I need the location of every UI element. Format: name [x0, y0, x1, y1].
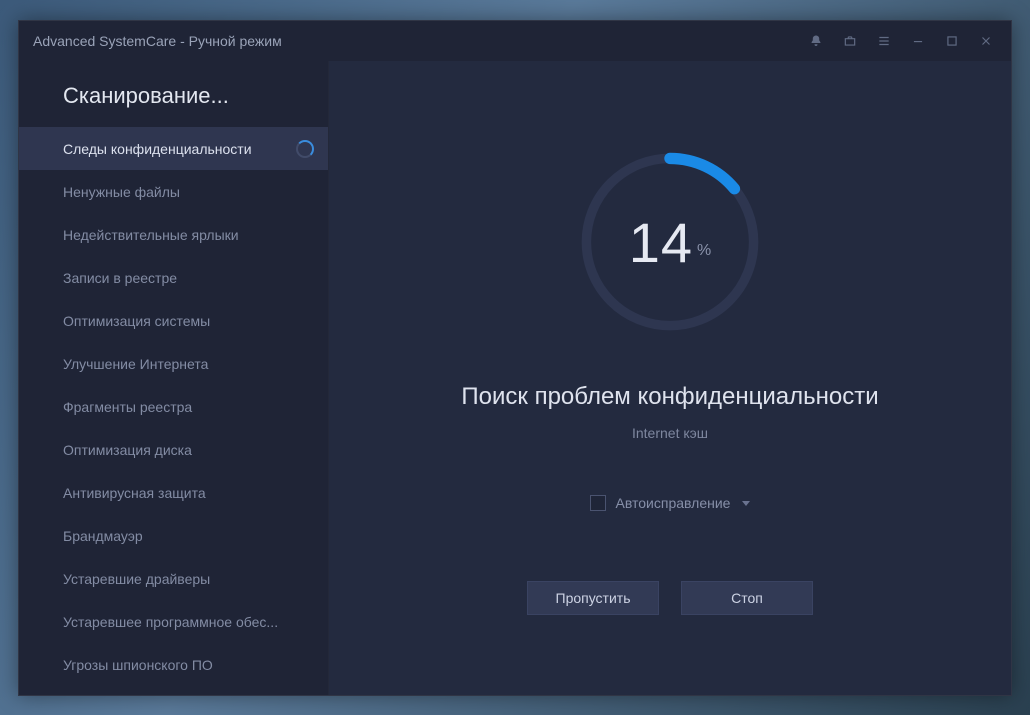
sidebar-item-label: Оптимизация диска [63, 442, 314, 458]
sidebar-item[interactable]: Угрозы шпионского ПО [19, 643, 328, 686]
sidebar-item[interactable]: Фрагменты реестра [19, 385, 328, 428]
sidebar-item[interactable]: Устаревшие драйверы [19, 557, 328, 600]
spinner-icon [296, 140, 314, 158]
sidebar-item[interactable]: Записи в реестре [19, 256, 328, 299]
sidebar-item[interactable]: Антивирусная защита [19, 471, 328, 514]
sidebar-item[interactable]: Брандмауэр [19, 514, 328, 557]
progress-value: 14 [629, 210, 693, 275]
autofix-checkbox[interactable] [590, 495, 606, 511]
sidebar-item[interactable]: Недействительные ярлыки [19, 213, 328, 256]
window-title: Advanced SystemCare - Ручной режим [33, 33, 282, 49]
sidebar-item-label: Недействительные ярлыки [63, 227, 314, 243]
sidebar-item-label: Брандмауэр [63, 528, 314, 544]
status-title: Поиск проблем конфиденциальности [461, 383, 878, 411]
sidebar-title: Сканирование... [19, 61, 328, 127]
sidebar-item-label: Устаревшее программное обес... [63, 614, 314, 630]
sidebar-item[interactable]: Оптимизация системы [19, 299, 328, 342]
window-body: Сканирование... Следы конфиденциальности… [19, 61, 1011, 695]
chevron-down-icon[interactable] [742, 501, 750, 506]
skip-button[interactable]: Пропустить [527, 581, 659, 615]
sidebar: Сканирование... Следы конфиденциальности… [19, 61, 329, 695]
sidebar-item[interactable]: Недостатки системы [19, 686, 328, 691]
sidebar-item-label: Записи в реестре [63, 270, 314, 286]
toolbox-icon[interactable] [833, 21, 867, 61]
close-icon[interactable] [969, 21, 1003, 61]
progress-label: 14 % [575, 147, 765, 337]
sidebar-item-label: Угрозы шпионского ПО [63, 657, 314, 673]
progress-percent-symbol: % [697, 242, 711, 260]
menu-icon[interactable] [867, 21, 901, 61]
stop-button[interactable]: Стоп [681, 581, 813, 615]
sidebar-item-label: Следы конфиденциальности [63, 141, 288, 157]
sidebar-item[interactable]: Устаревшее программное обес... [19, 600, 328, 643]
bell-icon[interactable] [799, 21, 833, 61]
sidebar-item-label: Ненужные файлы [63, 184, 314, 200]
sidebar-item-label: Фрагменты реестра [63, 399, 314, 415]
main-panel: 14 % Поиск проблем конфиденциальности In… [329, 61, 1011, 695]
sidebar-item-label: Оптимизация системы [63, 313, 314, 329]
sidebar-item-label: Улучшение Интернета [63, 356, 314, 372]
sidebar-item-label: Антивирусная защита [63, 485, 314, 501]
sidebar-item[interactable]: Следы конфиденциальности [19, 127, 328, 170]
sidebar-item[interactable]: Улучшение Интернета [19, 342, 328, 385]
autofix-toggle[interactable]: Автоисправление [590, 495, 751, 511]
autofix-label: Автоисправление [616, 495, 731, 511]
action-buttons: Пропустить Стоп [527, 581, 813, 615]
sidebar-item[interactable]: Оптимизация диска [19, 428, 328, 471]
titlebar: Advanced SystemCare - Ручной режим [19, 21, 1011, 61]
status-subtitle: Internet кэш [632, 425, 708, 441]
maximize-icon[interactable] [935, 21, 969, 61]
minimize-icon[interactable] [901, 21, 935, 61]
sidebar-item[interactable]: Ненужные файлы [19, 170, 328, 213]
sidebar-list: Следы конфиденциальности Ненужные файлы Не… [19, 127, 328, 691]
progress-ring: 14 % [575, 147, 765, 337]
sidebar-item-label: Устаревшие драйверы [63, 571, 314, 587]
app-window: Advanced SystemCare - Ручной режим Скани… [18, 20, 1012, 696]
